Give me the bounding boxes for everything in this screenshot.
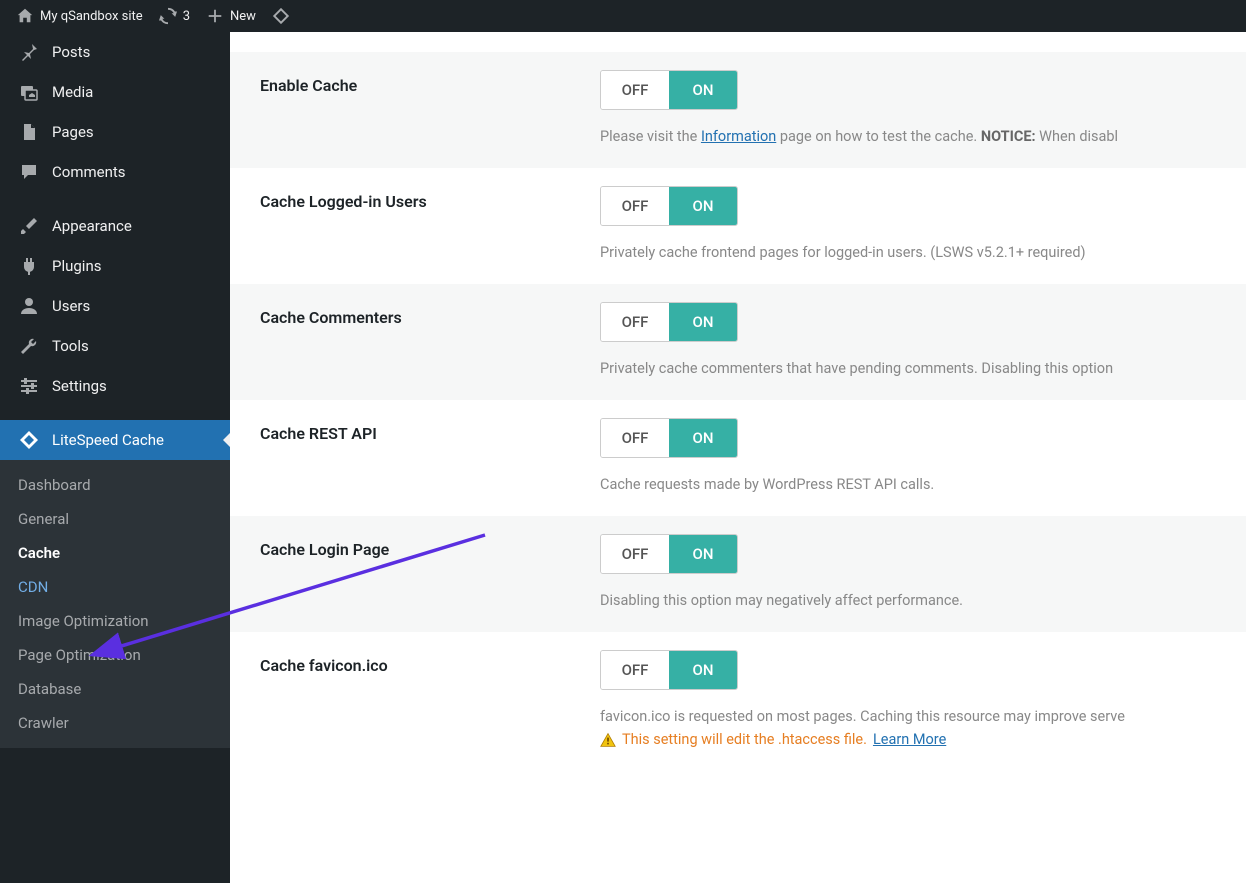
- media-icon: [16, 82, 42, 102]
- setting-label: Cache Logged-in Users: [260, 186, 600, 261]
- setting-label: Cache Login Page: [260, 534, 600, 609]
- sidebar-item-media[interactable]: Media: [0, 72, 230, 112]
- settings-content: Enable Cache OFF ON Please visit the Inf…: [230, 32, 1246, 883]
- submenu-item-cdn[interactable]: CDN: [0, 570, 230, 604]
- toggle-off[interactable]: OFF: [601, 535, 669, 573]
- admin-bar: My qSandbox site 3 New: [0, 0, 1246, 32]
- sidebar-label: Pages: [52, 123, 94, 141]
- adminbar-site[interactable]: My qSandbox site: [8, 0, 151, 32]
- comment-icon: [16, 162, 42, 182]
- setting-description: Please visit the Information page on how…: [600, 128, 1216, 145]
- submenu-item-page-optimization[interactable]: Page Optimization: [0, 638, 230, 672]
- sidebar-label: Media: [52, 83, 93, 101]
- sidebar-label: Tools: [52, 337, 89, 355]
- adminbar-new[interactable]: New: [198, 0, 264, 32]
- setting-label: Cache Commenters: [260, 302, 600, 377]
- sidebar-label: Appearance: [52, 217, 132, 235]
- setting-description: Disabling this option may negatively aff…: [600, 592, 1216, 609]
- page-icon: [16, 122, 42, 142]
- toggle-cache-login-page[interactable]: OFF ON: [600, 534, 738, 574]
- sidebar-label: Plugins: [52, 257, 101, 275]
- warning-icon: [600, 732, 616, 748]
- toggle-on[interactable]: ON: [669, 419, 737, 457]
- sidebar-item-tools[interactable]: Tools: [0, 326, 230, 366]
- sidebar-item-posts[interactable]: Posts: [0, 32, 230, 72]
- toggle-cache-commenters[interactable]: OFF ON: [600, 302, 738, 342]
- sidebar-label: Settings: [52, 377, 107, 395]
- setting-description: Cache requests made by WordPress REST AP…: [600, 476, 1216, 493]
- sidebar-item-pages[interactable]: Pages: [0, 112, 230, 152]
- sidebar-label: Comments: [52, 163, 126, 181]
- toggle-off[interactable]: OFF: [601, 187, 669, 225]
- toggle-off[interactable]: OFF: [601, 419, 669, 457]
- toggle-cache-rest-api[interactable]: OFF ON: [600, 418, 738, 458]
- plus-icon: [206, 7, 224, 25]
- submenu-item-database[interactable]: Database: [0, 672, 230, 706]
- toggle-off[interactable]: OFF: [601, 651, 669, 689]
- submenu-item-general[interactable]: General: [0, 502, 230, 536]
- setting-warning: This setting will edit the .htaccess fil…: [600, 731, 1216, 748]
- home-icon: [16, 7, 34, 25]
- wrench-icon: [16, 336, 42, 356]
- setting-label: Cache REST API: [260, 418, 600, 493]
- toggle-cache-favicon[interactable]: OFF ON: [600, 650, 738, 690]
- setting-row-cache-favicon: Cache favicon.ico OFF ON favicon.ico is …: [230, 632, 1246, 771]
- toggle-off[interactable]: OFF: [601, 71, 669, 109]
- setting-row-cache-commenters: Cache Commenters OFF ON Privately cache …: [230, 284, 1246, 400]
- litespeed-icon: [272, 7, 290, 25]
- sidebar-item-settings[interactable]: Settings: [0, 366, 230, 406]
- brush-icon: [16, 216, 42, 236]
- setting-description: Privately cache commenters that have pen…: [600, 360, 1216, 377]
- setting-row-cache-rest-api: Cache REST API OFF ON Cache requests mad…: [230, 400, 1246, 516]
- sidebar-label: Users: [52, 297, 90, 315]
- toggle-on[interactable]: ON: [669, 187, 737, 225]
- toggle-on[interactable]: ON: [669, 535, 737, 573]
- submenu-item-image-optimization[interactable]: Image Optimization: [0, 604, 230, 638]
- user-icon: [16, 296, 42, 316]
- adminbar-site-label: My qSandbox site: [40, 9, 143, 24]
- setting-label: Enable Cache: [260, 70, 600, 145]
- litespeed-submenu: Dashboard General Cache CDN Image Optimi…: [0, 460, 230, 748]
- setting-row-cache-login-page: Cache Login Page OFF ON Disabling this o…: [230, 516, 1246, 632]
- toggle-enable-cache[interactable]: OFF ON: [600, 70, 738, 110]
- sidebar-item-plugins[interactable]: Plugins: [0, 246, 230, 286]
- setting-row-cache-logged-in: Cache Logged-in Users OFF ON Privately c…: [230, 168, 1246, 284]
- adminbar-new-label: New: [230, 9, 256, 24]
- litespeed-icon: [16, 430, 42, 450]
- setting-description: favicon.ico is requested on most pages. …: [600, 708, 1216, 725]
- setting-row-enable-cache: Enable Cache OFF ON Please visit the Inf…: [230, 52, 1246, 168]
- admin-sidebar: Posts Media Pages Comments Appearance Pl…: [0, 32, 230, 883]
- submenu-item-dashboard[interactable]: Dashboard: [0, 468, 230, 502]
- toggle-off[interactable]: OFF: [601, 303, 669, 341]
- plug-icon: [16, 256, 42, 276]
- submenu-item-crawler[interactable]: Crawler: [0, 706, 230, 740]
- sidebar-item-users[interactable]: Users: [0, 286, 230, 326]
- sidebar-item-comments[interactable]: Comments: [0, 152, 230, 192]
- setting-description: Privately cache frontend pages for logge…: [600, 244, 1216, 261]
- sidebar-label: LiteSpeed Cache: [52, 431, 164, 449]
- sidebar-label: Posts: [52, 43, 90, 61]
- setting-label: Cache favicon.ico: [260, 650, 600, 748]
- sidebar-item-appearance[interactable]: Appearance: [0, 206, 230, 246]
- adminbar-litespeed[interactable]: [264, 0, 304, 32]
- learn-more-link[interactable]: Learn More: [873, 731, 946, 748]
- toggle-on[interactable]: ON: [669, 651, 737, 689]
- toggle-on[interactable]: ON: [669, 71, 737, 109]
- refresh-icon: [159, 7, 177, 25]
- submenu-item-cache[interactable]: Cache: [0, 536, 230, 570]
- information-link[interactable]: Information: [701, 128, 776, 145]
- sidebar-item-litespeed-cache[interactable]: LiteSpeed Cache: [0, 420, 230, 460]
- pin-icon: [16, 42, 42, 62]
- adminbar-updates[interactable]: 3: [151, 0, 198, 32]
- toggle-cache-logged-in[interactable]: OFF ON: [600, 186, 738, 226]
- toggle-on[interactable]: ON: [669, 303, 737, 341]
- sliders-icon: [16, 376, 42, 396]
- adminbar-updates-count: 3: [183, 9, 190, 24]
